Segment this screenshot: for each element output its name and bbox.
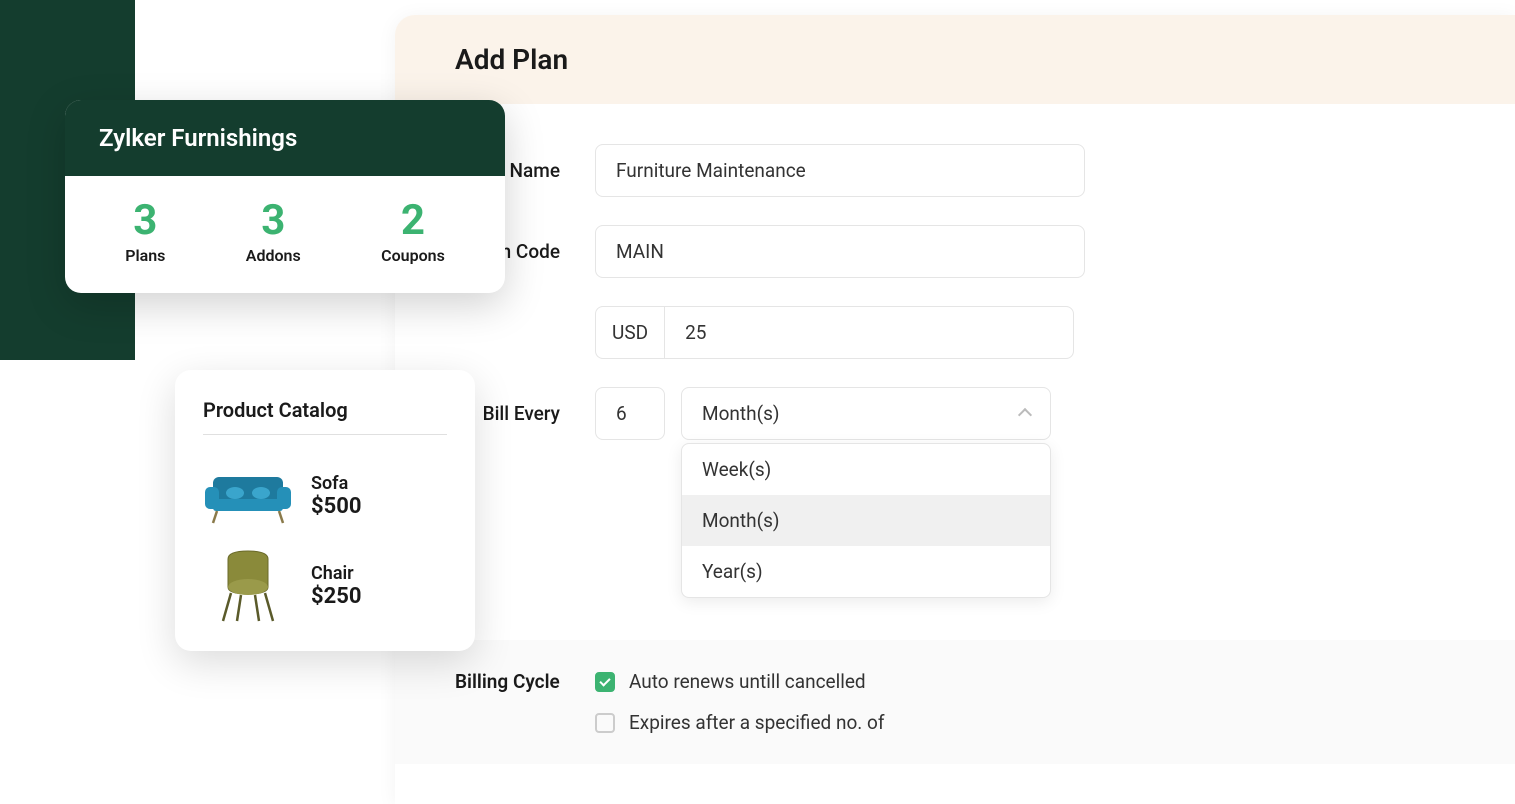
catalog-card: Product Catalog Sofa $500 — [175, 370, 475, 651]
period-dropdown: Week(s) Month(s) Year(s) — [681, 443, 1051, 598]
price-input[interactable]: 25 — [664, 306, 1074, 359]
stat-addons-number: 3 — [246, 200, 301, 242]
bill-every-label: Bill Every — [455, 402, 595, 425]
period-select-value: Month(s) — [702, 402, 780, 425]
stat-plans-label: Plans — [125, 246, 165, 265]
summary-stats: 3 Plans 3 Addons 2 Coupons — [65, 176, 505, 293]
period-option-years[interactable]: Year(s) — [682, 546, 1050, 597]
plan-code-input[interactable]: MAIN — [595, 225, 1085, 278]
chair-name: Chair — [311, 563, 362, 584]
summary-title: Zylker Furnishings — [99, 124, 471, 152]
period-select[interactable]: Month(s) — [681, 387, 1051, 440]
billing-cycle-label: Billing Cycle — [455, 670, 595, 693]
expires-checkbox[interactable] — [595, 713, 615, 733]
stat-coupons-label: Coupons — [381, 246, 445, 265]
stat-plans: 3 Plans — [125, 200, 165, 265]
catalog-item-sofa: Sofa $500 — [203, 451, 447, 541]
price-row: USD 25 — [455, 306, 1455, 359]
stat-addons-label: Addons — [246, 246, 301, 265]
chair-icon — [203, 551, 293, 621]
form-title: Add Plan — [455, 43, 1455, 76]
bill-every-group: 6 Month(s) Week(s) Month(s) Year(s) — [595, 387, 1051, 440]
sofa-price: $500 — [311, 494, 362, 519]
form-body: n Name Furniture Maintenance n Code MAIN… — [395, 104, 1515, 804]
auto-renew-label: Auto renews untill cancelled — [629, 670, 866, 693]
catalog-title: Product Catalog — [203, 398, 447, 435]
add-plan-panel: Add Plan n Name Furniture Maintenance n … — [395, 15, 1515, 804]
period-option-months[interactable]: Month(s) — [682, 495, 1050, 546]
plan-code-row: n Code MAIN — [455, 225, 1455, 278]
summary-header: Zylker Furnishings — [65, 100, 505, 176]
auto-renew-option: Auto renews untill cancelled — [595, 670, 884, 693]
stat-coupons-number: 2 — [381, 200, 445, 242]
stat-coupons: 2 Coupons — [381, 200, 445, 265]
sofa-icon — [203, 461, 293, 531]
sofa-name: Sofa — [311, 473, 362, 494]
currency-group: USD 25 — [595, 306, 1074, 359]
bill-every-input[interactable]: 6 — [595, 387, 665, 440]
period-option-weeks[interactable]: Week(s) — [682, 444, 1050, 495]
bill-every-row: Bill Every 6 Month(s) Week(s) Month(s) Y… — [455, 387, 1455, 440]
period-select-wrapper: Month(s) Week(s) Month(s) Year(s) — [681, 387, 1051, 440]
chevron-up-icon — [1018, 408, 1032, 422]
plan-name-input[interactable]: Furniture Maintenance — [595, 144, 1085, 197]
form-header: Add Plan — [395, 15, 1515, 104]
billing-cycle-section: Billing Cycle Auto renews untill cancell… — [395, 640, 1515, 764]
stat-plans-number: 3 — [125, 200, 165, 242]
billing-cycle-options: Auto renews untill cancelled Expires aft… — [595, 670, 884, 734]
chair-info: Chair $250 — [311, 563, 362, 609]
expires-label: Expires after a specified no. of — [629, 711, 884, 734]
currency-prefix: USD — [595, 306, 664, 359]
summary-card: Zylker Furnishings 3 Plans 3 Addons 2 Co… — [65, 100, 505, 293]
expires-option: Expires after a specified no. of — [595, 711, 884, 734]
chair-price: $250 — [311, 584, 362, 609]
catalog-item-chair: Chair $250 — [203, 541, 447, 631]
check-icon — [599, 675, 610, 686]
auto-renew-checkbox[interactable] — [595, 672, 615, 692]
sofa-info: Sofa $500 — [311, 473, 362, 519]
plan-name-row: n Name Furniture Maintenance — [455, 144, 1455, 197]
stat-addons: 3 Addons — [246, 200, 301, 265]
